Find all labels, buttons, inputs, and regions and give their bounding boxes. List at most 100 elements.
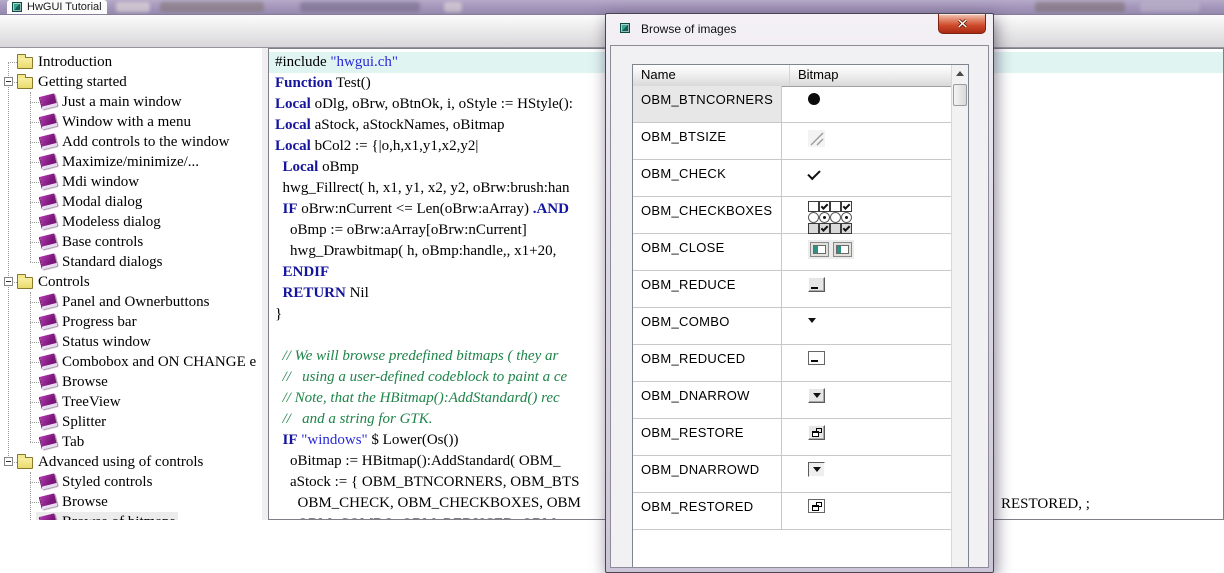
- tree-item-introduction[interactable]: Introduction: [0, 52, 262, 72]
- tree-item-panel-and-ownerbuttons[interactable]: Panel and Ownerbuttons: [0, 292, 262, 312]
- table-row-obm-check[interactable]: OBM_CHECK: [633, 160, 951, 197]
- tree-item-base-controls[interactable]: Base controls: [0, 232, 262, 252]
- tree-item-combobox-on-change[interactable]: Combobox and ON CHANGE e: [0, 352, 262, 372]
- tree-item-label: Combobox and ON CHANGE e: [62, 352, 256, 372]
- code-token: oDlg, oBrw, oBtnOk, i, oStyle := HStyle(…: [311, 96, 573, 112]
- code-token: .AND: [533, 201, 569, 217]
- code-token: "windows": [301, 432, 367, 448]
- code-token: [275, 264, 283, 280]
- tree-item-add-controls-to-the-window[interactable]: Add controls to the window: [0, 132, 262, 152]
- name-cell[interactable]: OBM_RESTORED: [633, 493, 781, 529]
- tree-item-label: Modeless dialog: [62, 212, 161, 232]
- tree-item-mdi-window[interactable]: Mdi window: [0, 172, 262, 192]
- table-row-obm-dnarrowd[interactable]: OBM_DNARROWD: [633, 456, 951, 493]
- background-code-fragment: RESTORED, ;: [1001, 496, 1090, 513]
- scrollbar[interactable]: [951, 65, 968, 568]
- table-row-obm-restore[interactable]: OBM_RESTORE: [633, 419, 951, 456]
- tree-item-label: TreeView: [62, 392, 121, 412]
- code-token: Local: [283, 159, 319, 175]
- collapse-minus-icon[interactable]: [4, 277, 13, 286]
- blurred-taskbar-item: [1035, 2, 1125, 12]
- tree-item-treeview[interactable]: TreeView: [0, 392, 262, 412]
- name-cell[interactable]: OBM_CHECKBOXES: [633, 197, 781, 233]
- name-cell[interactable]: OBM_BTNCORNERS: [633, 86, 781, 122]
- book-icon: [39, 93, 58, 109]
- code-token: [275, 159, 283, 175]
- name-cell[interactable]: OBM_BTSIZE: [633, 123, 781, 159]
- tree-item-label: Add controls to the window: [62, 132, 229, 152]
- name-cell[interactable]: OBM_DNARROW: [633, 382, 781, 418]
- table-row-obm-checkboxes[interactable]: OBM_CHECKBOXES: [633, 197, 951, 234]
- name-cell[interactable]: OBM_COMBO: [633, 308, 781, 344]
- tree-item-modeless-dialog[interactable]: Modeless dialog: [0, 212, 262, 232]
- bitmap-cell: [781, 419, 951, 455]
- folder-icon: [17, 57, 33, 69]
- name-cell[interactable]: OBM_CHECK: [633, 160, 781, 196]
- table-row-obm-btncorners[interactable]: OBM_BTNCORNERS: [633, 86, 951, 123]
- tree-item-getting-started[interactable]: Getting started: [0, 72, 262, 92]
- table-row-obm-reduced[interactable]: OBM_REDUCED: [633, 345, 951, 382]
- table-row-obm-restored[interactable]: OBM_RESTORED: [633, 493, 951, 530]
- table-row-obm-btsize[interactable]: OBM_BTSIZE: [633, 123, 951, 160]
- tree-item-progress-bar[interactable]: Progress bar: [0, 312, 262, 332]
- bitmap-cell: [781, 493, 951, 529]
- column-header-bitmap[interactable]: Bitmap: [789, 65, 838, 86]
- book-icon: [39, 253, 58, 269]
- name-cell[interactable]: OBM_REDUCE: [633, 271, 781, 307]
- screen: { "taskbar": { "tab_title": "HwGUI Tutor…: [0, 0, 1224, 520]
- app-tab[interactable]: HwGUI Tutorial: [7, 0, 107, 14]
- name-cell[interactable]: OBM_RESTORE: [633, 419, 781, 455]
- tree-item-browse-2[interactable]: Browse: [0, 492, 262, 512]
- tree-item-tab[interactable]: Tab: [0, 432, 262, 452]
- tree-item-controls[interactable]: Controls: [0, 272, 262, 292]
- minimize-button-bitmap: [808, 277, 825, 292]
- code-token: // using a user-defined codeblock to pai…: [275, 369, 567, 385]
- close-button[interactable]: [938, 14, 986, 34]
- column-header-name[interactable]: Name: [633, 65, 789, 86]
- name-cell[interactable]: OBM_REDUCED: [633, 345, 781, 381]
- code-token: bCol2 := {|o,h,x1,y1,x2,y2|: [311, 138, 479, 154]
- tree-item-label: Just a main window: [62, 92, 182, 112]
- code-token: [275, 432, 283, 448]
- collapse-minus-icon[interactable]: [4, 457, 13, 466]
- tree-item-label: Browse of bitmaps: [62, 512, 175, 520]
- code-token: }: [275, 306, 282, 322]
- scrollbar-thumb[interactable]: [953, 84, 967, 106]
- tree-item-window-with-a-menu[interactable]: Window with a menu: [0, 112, 262, 132]
- code-token: OBM_COMBO, OBM_REDUCED, OBM_: [275, 516, 563, 520]
- browse-table[interactable]: Name Bitmap OBM_BTNCORNERS OBM_BTSIZE: [632, 64, 969, 568]
- name-cell[interactable]: OBM_DNARROWD: [633, 456, 781, 492]
- tutorial-tree[interactable]: Introduction Getting started Just a main…: [0, 48, 262, 520]
- table-row-obm-dnarrow[interactable]: OBM_DNARROW: [633, 382, 951, 419]
- tree-item-styled-controls[interactable]: Styled controls: [0, 472, 262, 492]
- tree-item-label: Advanced using of controls: [38, 452, 203, 472]
- bitmap-cell: [781, 123, 951, 159]
- table-row-obm-combo[interactable]: OBM_COMBO: [633, 308, 951, 345]
- dialog-titlebar[interactable]: Browse of images: [606, 14, 993, 44]
- checkbox-radio-grid-bitmap: [808, 201, 852, 234]
- code-token: // and a string for GTK.: [275, 411, 433, 427]
- name-cell[interactable]: OBM_CLOSE: [633, 234, 781, 270]
- restore-flat-bitmap: [808, 499, 825, 513]
- code-token: "hwgui.ch": [330, 54, 398, 70]
- tree-item-browse-of-bitmaps[interactable]: Browse of bitmaps: [0, 512, 262, 520]
- tree-item-maximize-minimize[interactable]: Maximize/minimize/...: [0, 152, 262, 172]
- code-token: aStock := { OBM_BTNCORNERS, OBM_BTS: [275, 474, 579, 490]
- collapse-minus-icon[interactable]: [4, 77, 13, 86]
- bitmap-cell: [781, 86, 951, 122]
- tree-item-modal-dialog[interactable]: Modal dialog: [0, 192, 262, 212]
- blurred-taskbar-item: [160, 2, 264, 12]
- folder-icon: [17, 457, 33, 469]
- code-token: Local: [275, 117, 311, 133]
- tree-item-browse[interactable]: Browse: [0, 372, 262, 392]
- scroll-up-button[interactable]: [952, 65, 968, 82]
- tree-item-splitter[interactable]: Splitter: [0, 412, 262, 432]
- table-row-obm-reduce[interactable]: OBM_REDUCE: [633, 271, 951, 308]
- tree-item-standard-dialogs[interactable]: Standard dialogs: [0, 252, 262, 272]
- tree-item-advanced-using-of-controls[interactable]: Advanced using of controls: [0, 452, 262, 472]
- book-icon: [39, 153, 58, 169]
- tree-item-just-a-main-window[interactable]: Just a main window: [0, 92, 262, 112]
- tree-item-status-window[interactable]: Status window: [0, 332, 262, 352]
- book-icon: [39, 413, 58, 429]
- table-row-obm-close[interactable]: OBM_CLOSE: [633, 234, 951, 271]
